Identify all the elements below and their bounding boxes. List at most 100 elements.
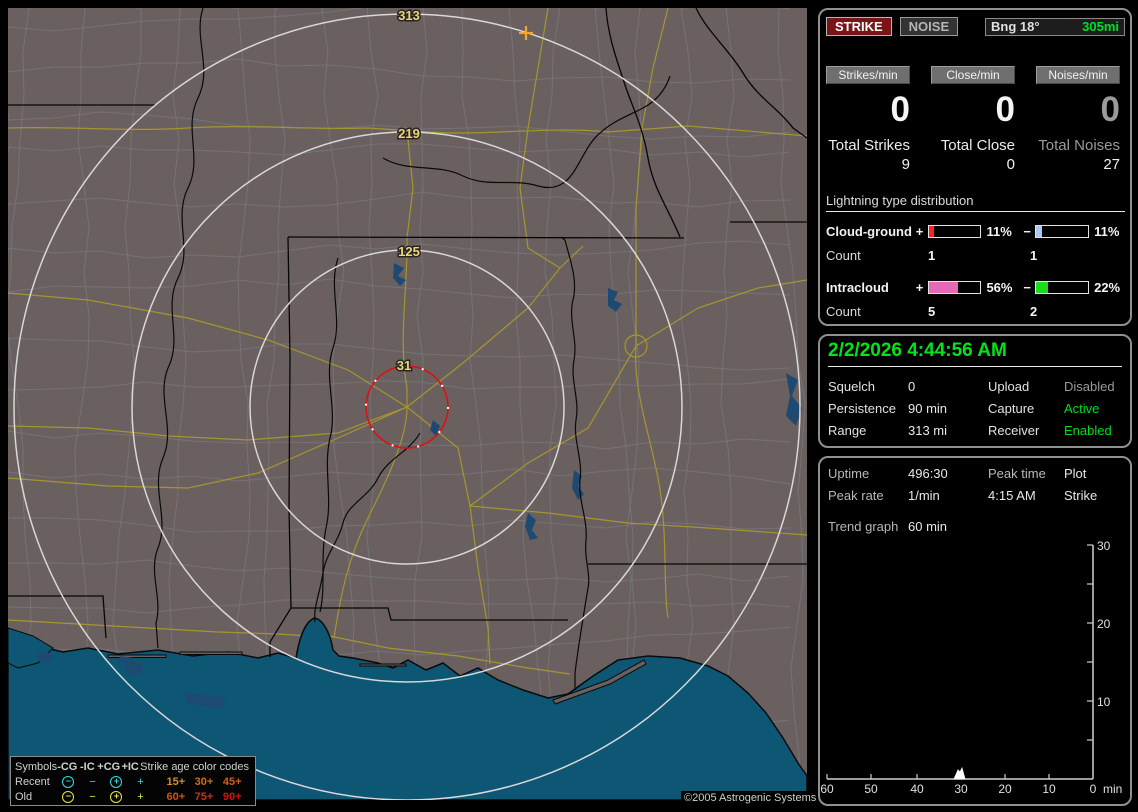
squelch-label: Squelch (828, 379, 875, 394)
intracloud-row: Intracloud + 56% − 22% (826, 279, 1125, 295)
status-panel: 2/2/2026 4:44:56 AM Squelch 0 Upload Dis… (818, 334, 1132, 448)
cg-positive-pct: 11% (986, 223, 1012, 239)
circle-plus-icon: + (104, 775, 128, 788)
cg-positive-count: 1 (928, 248, 936, 263)
minus-sign: − (1023, 223, 1031, 239)
ring-label-313: 313 (398, 8, 420, 23)
age-60: 60+ (166, 790, 186, 803)
noises-rate-value: 0 (1100, 90, 1120, 129)
cloud-ground-label: Cloud-ground (826, 223, 912, 239)
strikes-rate-value: 0 (890, 90, 910, 129)
distribution-title: Lightning type distribution (826, 193, 1125, 212)
circle-plus-icon: + (104, 790, 128, 803)
upload-label: Upload (988, 379, 1030, 394)
upload-status: Disabled (1064, 379, 1115, 394)
total-strikes-value: 9 (901, 156, 910, 173)
legend-header: Symbols (15, 760, 58, 773)
count-label: Count (826, 248, 861, 263)
ytick-10: 10 (1097, 695, 1111, 709)
map-svg: 313 219 125 31 (8, 8, 807, 800)
persistence-value: 90 min (908, 401, 948, 416)
close-per-min-button[interactable]: Close/min (931, 66, 1015, 84)
ic-positive-count: 5 (928, 304, 936, 319)
age-30: 30+ (194, 775, 214, 788)
minus-icon: − (89, 790, 96, 803)
age-45: 45+ (222, 775, 242, 788)
cg-negative-pct: 11% (1094, 223, 1120, 239)
receiver-label: Receiver (988, 423, 1040, 438)
trend-graph: 30 20 10 60 50 40 30 20 10 0 min (820, 539, 1122, 796)
xtick-10: 10 (1042, 782, 1056, 796)
noise-toggle-button[interactable]: NOISE (899, 17, 959, 36)
persistence-label: Persistence (828, 401, 896, 416)
legend-col-neg-cg: -CG (57, 760, 78, 773)
squelch-value: 0 (908, 379, 916, 394)
ic-positive-pct: 56% (986, 279, 1013, 295)
circle-minus-icon: − (56, 775, 80, 788)
ring-label-125: 125 (398, 244, 420, 259)
receiver-status: Enabled (1064, 423, 1112, 438)
ytick-20: 20 (1097, 617, 1111, 631)
xtick-0: 0 (1090, 782, 1097, 796)
legend-col-pos-ic: +IC (121, 760, 139, 773)
range-label: Range (828, 423, 867, 438)
legend-col-pos-cg: +CG (97, 760, 121, 773)
legend-age-header: Strike age color codes (140, 760, 249, 773)
datetime-display: 2/2/2026 4:44:56 AM (828, 340, 1122, 367)
plus-icon: + (137, 790, 144, 803)
xtick-60: 60 (820, 782, 834, 796)
total-strikes-label: Total Strikes (828, 137, 910, 154)
range-value: 313 mi (908, 423, 948, 438)
close-rate-value: 0 (995, 90, 1015, 129)
cg-positive-bar (927, 224, 982, 238)
ic-negative-count: 2 (1030, 304, 1038, 319)
plus-sign: + (915, 223, 924, 239)
minus-sign: − (1023, 279, 1031, 295)
bearing-value: Bng 18° (991, 19, 1040, 34)
strike-toggle-button[interactable]: STRIKE (826, 17, 892, 36)
stats-panel: Uptime 496:30 Peak time Plot Peak rate 1… (818, 456, 1132, 806)
cloud-ground-count-row: Count 1 1 (826, 248, 1125, 263)
age-15: 15+ (166, 775, 186, 788)
legend-col-neg-ic: -IC (79, 760, 95, 773)
cg-negative-bar (1035, 224, 1090, 238)
cloud-ground-row: Cloud-ground + 11% − 11% (826, 223, 1125, 239)
ic-negative-bar (1035, 280, 1090, 294)
total-noises-value: 27 (1103, 156, 1120, 173)
xtick-40: 40 (910, 782, 924, 796)
age-90: 90+ (222, 790, 242, 803)
ic-negative-pct: 22% (1094, 279, 1121, 295)
total-close-label: Total Close (940, 137, 1015, 154)
xtick-30: 30 (954, 782, 968, 796)
map-canvas[interactable]: 313 219 125 31 (8, 8, 807, 800)
symbol-legend: Symbols -CG -IC +CG +IC Strike age color… (10, 756, 256, 806)
distance-value: 305mi (1082, 19, 1119, 34)
trend-spike (953, 766, 966, 780)
x-axis-unit: min (1103, 782, 1122, 796)
age-75: 75+ (194, 790, 214, 803)
plus-sign: + (915, 279, 924, 295)
y-ticks: 30 20 10 (1087, 539, 1111, 741)
legend-row-recent-label: Recent (15, 775, 50, 788)
ytick-30: 30 (1097, 539, 1111, 553)
xtick-50: 50 (864, 782, 878, 796)
copyright-text: ©2005 Astrogenic Systems (681, 791, 820, 805)
total-close-value: 0 (1006, 156, 1015, 173)
intracloud-label: Intracloud (826, 279, 889, 295)
intracloud-count-row: Count 5 2 (826, 304, 1125, 319)
cg-negative-count: 1 (1030, 248, 1038, 263)
noises-per-min-button[interactable]: Noises/min (1036, 66, 1120, 84)
circle-minus-icon: − (56, 790, 80, 803)
count-label: Count (826, 304, 861, 319)
capture-status: Active (1064, 401, 1100, 416)
xtick-20: 20 (998, 782, 1012, 796)
ring-label-219: 219 (398, 126, 420, 141)
ic-positive-bar (927, 280, 982, 294)
x-ticks: 60 50 40 30 20 10 0 min (820, 774, 1122, 796)
legend-row-old-label: Old (15, 790, 33, 803)
strikes-per-min-button[interactable]: Strikes/min (826, 66, 910, 84)
capture-label: Capture (988, 401, 1035, 416)
ring-label-31: 31 (397, 358, 411, 373)
total-noises-label: Total Noises (1038, 137, 1120, 154)
minus-icon: − (89, 775, 96, 788)
